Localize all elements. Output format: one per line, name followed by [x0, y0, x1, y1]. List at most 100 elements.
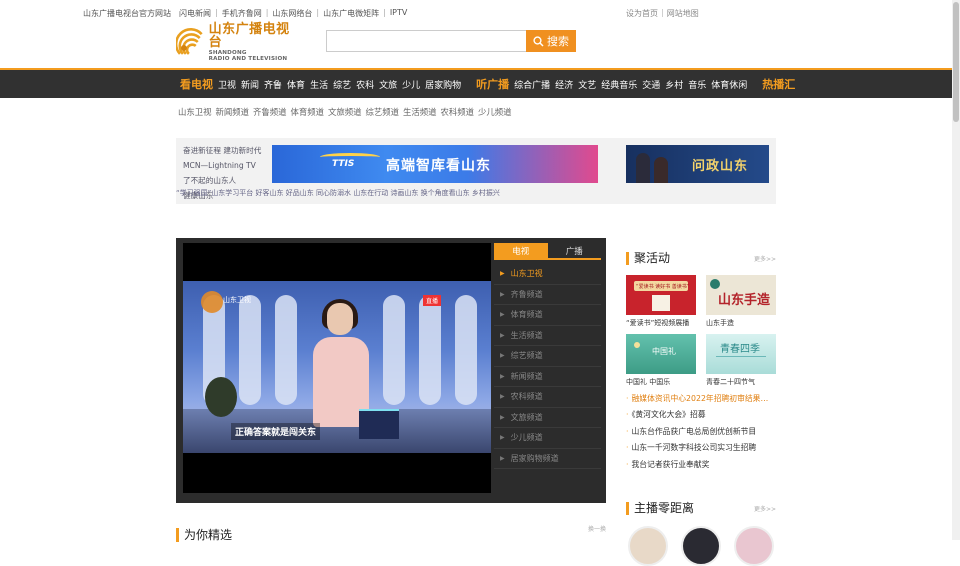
top-link-shandian[interactable]: 闪电新闻 [179, 8, 211, 19]
nav-radio-item[interactable]: 体育休闲 [711, 78, 747, 91]
nav-radio-item[interactable]: 乡村 [665, 78, 683, 91]
promo-caption[interactable]: 诗画山东 换个角度看山东 [390, 189, 469, 197]
top-right-links: 设为首页 | 网站地图 [626, 8, 699, 19]
site-logo[interactable]: 山东广播电视台 SHANDONG RADIO AND TELEVISION [176, 23, 302, 62]
search-input[interactable] [326, 30, 526, 52]
channel-item[interactable]: ▶ 少儿频道 [494, 428, 601, 449]
channel-item[interactable]: ▶ 综艺频道 [494, 346, 601, 367]
arrow-right-icon: ▶ [500, 331, 505, 339]
live-badge: 直播 [422, 295, 441, 306]
refresh-link[interactable]: 换一换 [588, 524, 606, 533]
subnav-item[interactable]: 综艺频道 [366, 106, 400, 118]
arrow-right-icon: ▶ [500, 311, 505, 319]
news-item[interactable]: · 山东一千河数字科技公司实习生招聘 [626, 440, 776, 456]
activities-title: 聚活动 [626, 252, 670, 265]
promo-caption[interactable]: 同心防溺水 山东在行动 [316, 189, 388, 197]
promo-side-link[interactable]: 了不起的山东人 [183, 173, 261, 188]
top-link-iptv[interactable]: IPTV [390, 8, 408, 19]
subnav-item[interactable]: 农科频道 [441, 106, 475, 118]
subnav-item[interactable]: 文旅频道 [328, 106, 362, 118]
channel-list: ▶ 山东卫视 ▶ 齐鲁频道 ▶ 体育频道 ▶ 生活频道 ▶ 综艺频道 ▶ 新闻频道 ▶ 农科频… [494, 264, 601, 469]
nav-tv-item[interactable]: 新闻 [241, 78, 259, 91]
activity-card[interactable]: 山东手造 山东手造 [706, 275, 776, 328]
nav-tv-item[interactable]: 卫视 [218, 78, 236, 91]
subnav-item[interactable]: 山东卫视 [178, 106, 212, 118]
wenzheng-title: 问政山东 [692, 159, 749, 174]
top-link-network-tv[interactable]: 山东网络台 [272, 8, 312, 19]
think-tank-banner[interactable]: TTIS 高端智库看山东 [272, 145, 598, 183]
video-frame: 山东卫视 直播 正确答案就是闯关东 [183, 281, 491, 453]
channel-logo-icon [201, 291, 223, 313]
nav-hot-shows[interactable]: 热播汇 [762, 76, 795, 92]
nav-tv-item[interactable]: 农科 [356, 78, 374, 91]
avatar[interactable] [628, 526, 668, 566]
avatar[interactable] [681, 526, 721, 566]
promo-side-link[interactable]: 奋进新征程 建功新时代 [183, 143, 261, 158]
promo-side-link[interactable]: MCN—Lightning TV [183, 158, 261, 173]
subnav-item[interactable]: 少儿频道 [478, 106, 512, 118]
channel-item[interactable]: ▶ 新闻频道 [494, 367, 601, 387]
nav-tv-item[interactable]: 生活 [310, 78, 328, 91]
nav-tv-item[interactable]: 少儿 [402, 78, 420, 91]
nav-tv-item[interactable]: 居家购物 [425, 78, 461, 91]
nav-tv-item[interactable]: 文旅 [379, 78, 397, 91]
channel-logo-text: 山东卫视 [223, 296, 251, 304]
nav-tv-item[interactable]: 综艺 [333, 78, 351, 91]
top-link-matrix[interactable]: 山东广电微矩阵 [323, 8, 379, 19]
video-screen[interactable]: 山东卫视 直播 正确答案就是闯关东 [183, 243, 491, 493]
news-item[interactable]: · 《黄河文化大会》招募 [626, 407, 776, 423]
nav-watch-tv[interactable]: 看电视 [180, 76, 213, 92]
news-item[interactable]: · 我台记者获行业奉献奖 [626, 457, 776, 473]
subnav-item[interactable]: 齐鲁频道 [253, 106, 287, 118]
arrow-right-icon: ▶ [500, 454, 505, 462]
tab-radio[interactable]: 广播 [548, 243, 602, 258]
banner-slogan: 高端智库看山东 [386, 158, 491, 174]
arrow-right-icon: ▶ [500, 413, 505, 421]
activity-card[interactable]: 中国礼 中国礼 中国乐 [626, 334, 696, 387]
promo-caption[interactable]: “学习强国”山东学习平台 [176, 189, 253, 197]
promo-strip: 奋进新征程 建功新时代 MCN—Lightning TV 了不起的山东人 健康山… [176, 138, 776, 204]
sitemap-link[interactable]: 网站地图 [667, 8, 699, 19]
page-scrollbar[interactable] [952, 0, 960, 540]
activity-card[interactable]: 青春四季 青春二十四节气 [706, 334, 776, 387]
channel-item[interactable]: ▶ 体育频道 [494, 305, 601, 326]
nav-radio-item[interactable]: 综合广播 [514, 78, 550, 91]
nav-listen-radio[interactable]: 听广播 [476, 76, 509, 92]
main-nav: 看电视 卫视 新闻 齐鲁 体育 生活 综艺 农科 文旅 少儿 居家购物 听广播 … [0, 68, 960, 98]
channel-item[interactable]: ▶ 山东卫视 [494, 264, 601, 285]
set-homepage-link[interactable]: 设为首页 [626, 8, 658, 19]
news-item[interactable]: · 山东台作品获广电总局创优创新节目 [626, 424, 776, 440]
subnav-item[interactable]: 新闻频道 [216, 106, 250, 118]
top-link-mobile-qilu[interactable]: 手机齐鲁网 [222, 8, 262, 19]
channel-item[interactable]: ▶ 生活频道 [494, 326, 601, 346]
nav-tv-item[interactable]: 齐鲁 [264, 78, 282, 91]
search-button[interactable]: 搜索 [526, 30, 576, 52]
activity-card[interactable]: “爱读书 读好书 善读书” “爱读书”短视频展播 [626, 275, 696, 328]
nav-radio-item[interactable]: 交通 [642, 78, 660, 91]
promo-caption[interactable]: 乡村振兴 [472, 189, 500, 197]
tab-tv[interactable]: 电视 [494, 243, 548, 258]
subnav-item[interactable]: 生活频道 [403, 106, 437, 118]
avatar[interactable] [734, 526, 774, 566]
wenzheng-banner[interactable]: 问政山东 [626, 145, 769, 183]
nav-radio-item[interactable]: 经济 [555, 78, 573, 91]
nav-radio-item[interactable]: 经典音乐 [601, 78, 637, 91]
logo-fan-icon [176, 28, 203, 55]
channel-item[interactable]: ▶ 齐鲁频道 [494, 285, 601, 305]
player-tabs: 电视 广播 [494, 243, 601, 260]
nav-radio-item[interactable]: 文艺 [578, 78, 596, 91]
channel-item[interactable]: ▶ 居家购物频道 [494, 449, 601, 469]
nav-radio-item[interactable]: 音乐 [688, 78, 706, 91]
nav-tv-item[interactable]: 体育 [287, 78, 305, 91]
activities-more-link[interactable]: 更多>> [754, 254, 776, 263]
channel-item[interactable]: ▶ 农科频道 [494, 387, 601, 408]
arrow-right-icon: ▶ [500, 290, 505, 298]
channel-item[interactable]: ▶ 文旅频道 [494, 408, 601, 428]
scrollbar-thumb[interactable] [953, 2, 959, 122]
search-button-label: 搜索 [547, 35, 569, 48]
anchors-more-link[interactable]: 更多>> [754, 504, 776, 513]
subnav-item[interactable]: 体育频道 [291, 106, 325, 118]
promo-caption[interactable]: 好客山东 好品山东 [256, 189, 314, 197]
news-item[interactable]: · 融媒体资讯中心2022年招聘初审结果公示 [626, 391, 776, 407]
activity-thumbnail: 青春四季 [706, 334, 776, 374]
